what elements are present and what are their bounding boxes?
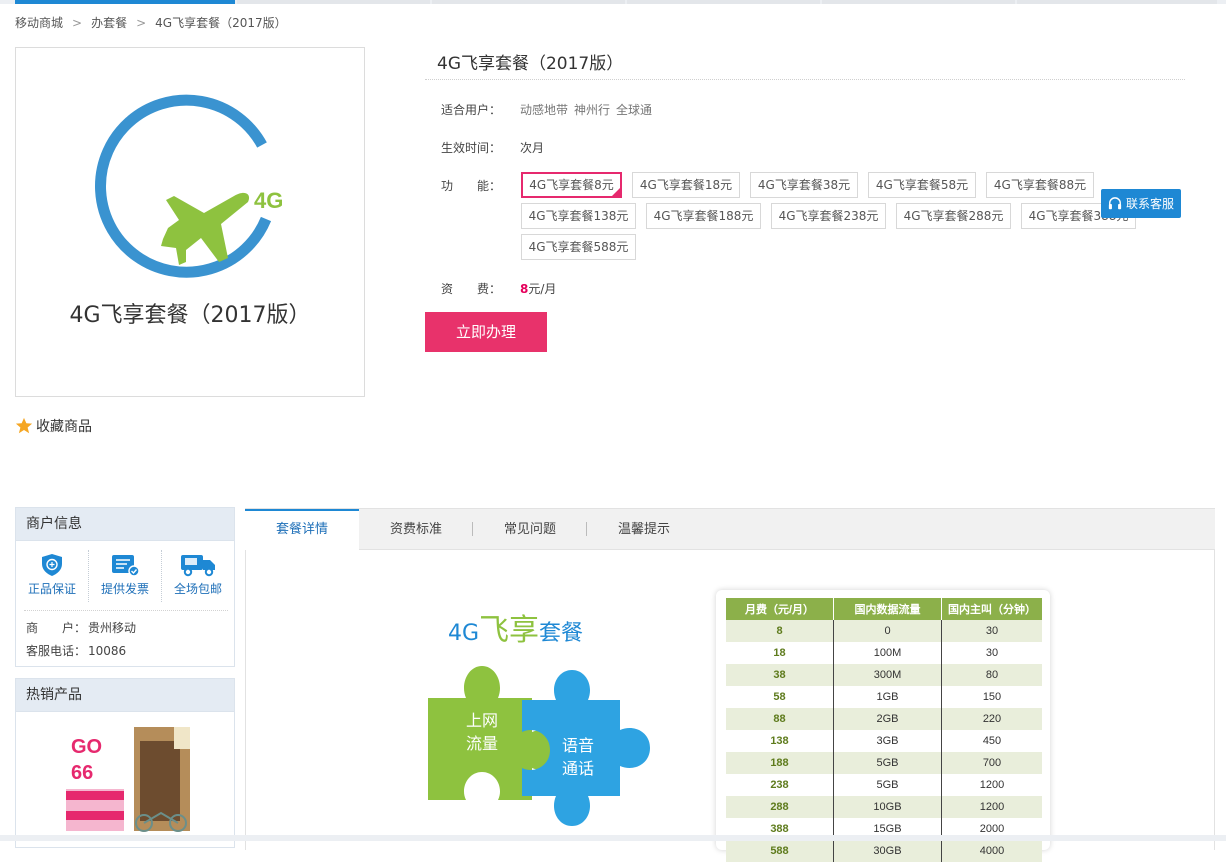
plan-option[interactable]: 4G飞享套餐288元 <box>896 203 1011 229</box>
merchant-panel-title: 商户信息 <box>16 508 234 541</box>
service-free-shipping: 全场包邮 <box>161 550 234 602</box>
service-badges: 正品保证 提供发票 全场包邮 <box>16 550 234 602</box>
plane-4g-logo-icon: 4G <box>95 94 283 278</box>
plan-option[interactable]: 4G飞享套餐18元 <box>632 172 740 198</box>
tab-pricing[interactable]: 资费标准 <box>359 509 473 550</box>
apply-now-button[interactable]: 立即办理 <box>425 312 547 352</box>
service-label: 全场包邮 <box>173 582 222 596</box>
breadcrumb: 移动商城 > 办套餐 >4G飞享套餐（2017版） <box>15 14 287 31</box>
plan-option[interactable]: 4G飞享套餐238元 <box>771 203 886 229</box>
chevron-right-icon: > <box>72 16 83 30</box>
price-table-header: 月费（元/月） 国内数据流量 国内主叫（分钟） <box>726 598 1042 620</box>
table-row: 138 3GB 450 <box>726 730 1042 752</box>
table-row: 238 5GB 1200 <box>726 774 1042 796</box>
plan-option-selected[interactable]: 4G飞享套餐8元 <box>521 172 622 198</box>
piece2-line2: 通话 <box>562 759 594 778</box>
piece2-line1: 语音 <box>562 736 594 755</box>
breadcrumb-home[interactable]: 移动商城 <box>15 16 63 30</box>
price-unit: 元/月 <box>528 282 557 296</box>
top-nav-active-indicator <box>15 0 235 4</box>
table-row: 38 300M 80 <box>726 664 1042 686</box>
merchant-value: 贵州移动 <box>88 621 137 635</box>
table-row: 58 1GB 150 <box>726 686 1042 708</box>
plan-option[interactable]: 4G飞享套餐588元 <box>521 234 636 260</box>
phone-row: 客服电话： 10086 <box>26 642 126 659</box>
effective-label: 生效时间： <box>441 141 502 155</box>
horizontal-scrollbar[interactable] <box>0 835 1226 841</box>
phone-key: 客服电话： <box>26 644 87 658</box>
table-row: 18 100M 30 <box>726 642 1042 664</box>
plan-option[interactable]: 4G飞享套餐138元 <box>521 203 636 229</box>
image-badge: 4G <box>254 188 283 213</box>
truck-icon <box>181 555 215 577</box>
table-row: 288 10GB 1200 <box>726 796 1042 818</box>
plan-option[interactable]: 4G飞享套餐88元 <box>986 172 1094 198</box>
column-header: 国内主叫（分钟） <box>941 598 1042 620</box>
favorite-button[interactable]: 收藏商品 <box>15 416 92 436</box>
plan-option[interactable]: 4G飞享套餐188元 <box>646 203 761 229</box>
svg-text:66: 66 <box>71 762 93 784</box>
detail-tabs: 套餐详情 资费标准 常见问题 温馨提示 <box>245 508 1215 551</box>
top-nav-strip <box>0 0 1226 4</box>
product-image: 4G <box>15 47 365 397</box>
plan-option[interactable]: 4G飞享套餐58元 <box>868 172 976 198</box>
feature-label: 功 能： <box>441 179 502 193</box>
user-type: 全球通 <box>616 103 653 117</box>
product-title: 4G飞享套餐（2017版） <box>437 54 624 74</box>
plan-banner: 4G飞享套餐 上网 流量 语音 通话 <box>428 613 650 826</box>
service-invoice: 提供发票 <box>88 550 161 602</box>
banner-title: 4G飞享套餐 <box>448 613 583 648</box>
table-row: 88 2GB 220 <box>726 708 1042 730</box>
breadcrumb-plans[interactable]: 办套餐 <box>91 16 127 30</box>
tab-tips[interactable]: 温馨提示 <box>587 509 701 550</box>
svg-text:GO: GO <box>71 736 102 758</box>
effective-value: 次月 <box>520 141 545 155</box>
customer-service-label: 联系客服 <box>1125 197 1174 211</box>
hot-products-panel: 热销产品 GO 66 <box>15 678 235 848</box>
piece1-line1: 上网 <box>466 711 498 730</box>
merchant-key: 商 户： <box>26 621 87 635</box>
tab-plan-details[interactable]: 套餐详情 <box>245 509 359 551</box>
invoice-icon <box>112 555 140 577</box>
breadcrumb-current: 4G飞享套餐（2017版） <box>155 16 287 30</box>
price-table-card: 月费（元/月） 国内数据流量 国内主叫（分钟） 8 0 30 18 100M 30 38… <box>716 590 1050 862</box>
table-row: 8 0 30 <box>726 620 1042 642</box>
star-icon <box>15 417 33 434</box>
service-genuine: 正品保证 <box>16 550 88 602</box>
plan-option[interactable]: 4G飞享套餐38元 <box>750 172 858 198</box>
column-header: 月费（元/月） <box>726 598 834 620</box>
price-label: 资 费： <box>441 282 502 296</box>
product-image-title: 4G飞享套餐（2017版） <box>69 303 311 328</box>
phone-value: 10086 <box>88 644 127 658</box>
hot-product-image[interactable]: GO 66 <box>16 713 234 843</box>
table-row: 588 30GB 4000 <box>726 840 1042 862</box>
favorite-label: 收藏商品 <box>36 419 92 435</box>
hot-products-title: 热销产品 <box>16 679 234 712</box>
service-label: 正品保证 <box>27 582 76 596</box>
divider <box>425 79 1185 80</box>
merchant-panel: 商户信息 正品保证 提供发票 全场包邮 商 户： 贵州移动 客服电话： 10086 <box>15 507 235 667</box>
merchant-row: 商 户： 贵州移动 <box>26 619 136 636</box>
headset-icon <box>1108 196 1122 209</box>
price-table: 月费（元/月） 国内数据流量 国内主叫（分钟） 8 0 30 18 100M 30 38… <box>726 598 1042 862</box>
users-label: 适合用户： <box>441 103 502 117</box>
user-type: 动感地带 <box>520 103 569 117</box>
user-type: 神州行 <box>574 103 611 117</box>
tab-faq[interactable]: 常见问题 <box>473 509 587 550</box>
table-row: 188 5GB 700 <box>726 752 1042 774</box>
service-label: 提供发票 <box>100 582 149 596</box>
chevron-right-icon: > <box>136 16 147 30</box>
shield-icon <box>42 554 62 576</box>
piece1-line2: 流量 <box>466 734 498 753</box>
column-header: 国内数据流量 <box>833 598 942 620</box>
customer-service-button[interactable]: 联系客服 <box>1101 189 1181 218</box>
price-value: 8元/月 <box>520 280 556 297</box>
users-value: 动感地带 神州行 全球通 <box>520 101 658 118</box>
